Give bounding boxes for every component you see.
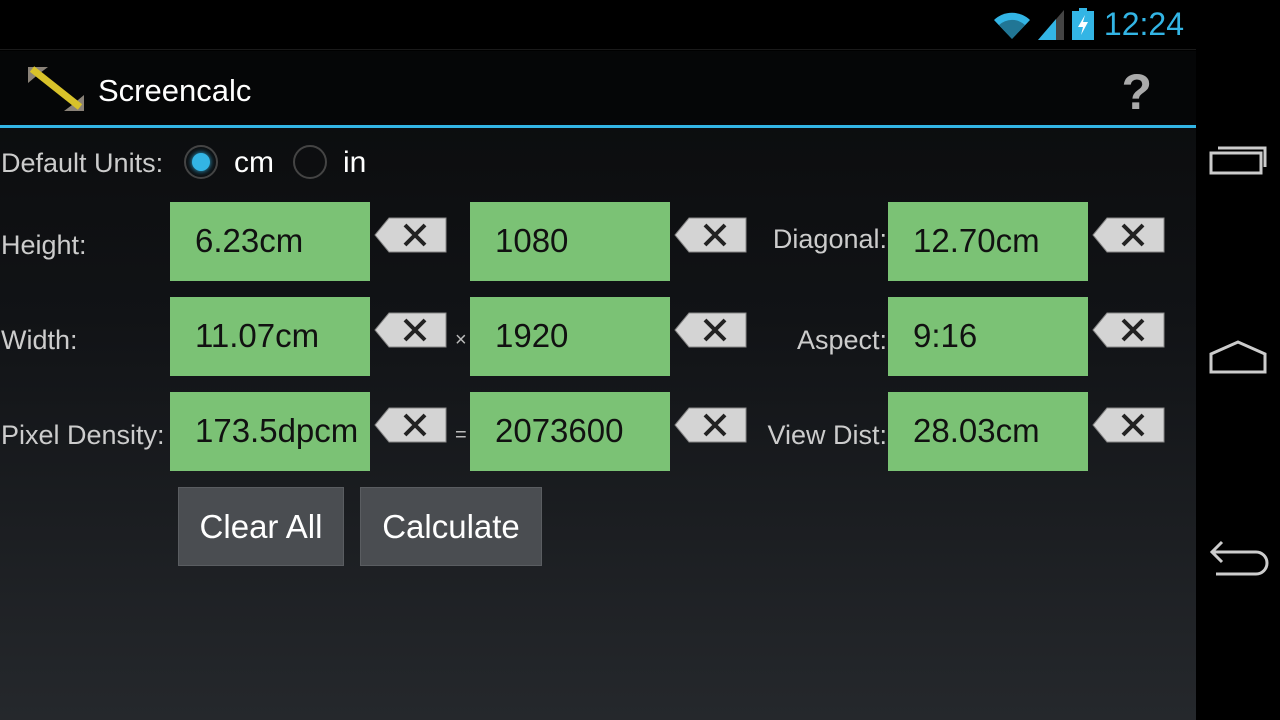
radio-in[interactable]: [293, 145, 327, 179]
app-title: Screencalc: [98, 73, 252, 108]
right-label: Diagonal:: [772, 224, 887, 254]
clear-field-button[interactable]: [374, 217, 447, 253]
clear-field-button[interactable]: [374, 312, 447, 348]
right-label: Aspect:: [796, 325, 887, 355]
operator-symbol: =: [455, 424, 467, 446]
pixel-input[interactable]: 2073600: [470, 392, 670, 471]
radio-in-label: in: [343, 146, 367, 179]
default-units-label: Default Units:: [1, 148, 164, 178]
right-input[interactable]: 9:16: [888, 297, 1088, 376]
action-bar: Screencalc ?: [0, 51, 1196, 128]
wifi-icon: [994, 12, 1030, 40]
navigation-bar: [1196, 0, 1280, 720]
clear-all-button[interactable]: Clear All: [178, 487, 344, 566]
clear-field-button[interactable]: [1092, 217, 1165, 253]
clear-field-button[interactable]: [674, 217, 747, 253]
clear-field-button[interactable]: [374, 407, 447, 443]
row-label: Width:: [1, 325, 78, 355]
row-label: Pixel Density:: [1, 420, 165, 450]
radio-cm-label: cm: [234, 146, 274, 179]
clear-field-button[interactable]: [1092, 407, 1165, 443]
physical-input[interactable]: 6.23cm: [170, 202, 370, 281]
back-icon[interactable]: [1208, 538, 1272, 578]
pixel-input[interactable]: 1080: [470, 202, 670, 281]
right-label: View Dist:: [767, 420, 887, 450]
pixel-input[interactable]: 1920: [470, 297, 670, 376]
right-input[interactable]: 12.70cm: [888, 202, 1088, 281]
row-label: Height:: [1, 230, 87, 260]
recent-apps-icon[interactable]: [1208, 143, 1268, 177]
clock: 12:24: [1103, 6, 1184, 42]
app-window: Screencalc ? Default Units: cm in Height…: [0, 51, 1196, 720]
calculate-button[interactable]: Calculate: [360, 487, 542, 566]
operator-symbol: ×: [455, 329, 467, 351]
signal-icon: [1038, 10, 1064, 40]
battery-charging-icon: [1072, 8, 1094, 40]
home-icon[interactable]: [1208, 338, 1268, 376]
right-input[interactable]: 28.03cm: [888, 392, 1088, 471]
app-logo-icon: [28, 66, 84, 111]
clear-field-button[interactable]: [674, 312, 747, 348]
radio-cm[interactable]: [184, 145, 218, 179]
physical-input[interactable]: 11.07cm: [170, 297, 370, 376]
clear-field-button[interactable]: [1092, 312, 1165, 348]
clear-field-button[interactable]: [674, 407, 747, 443]
help-button[interactable]: ?: [1121, 63, 1152, 121]
status-bar: 12:24: [0, 0, 1196, 50]
physical-input[interactable]: 173.5dpcm: [170, 392, 370, 471]
